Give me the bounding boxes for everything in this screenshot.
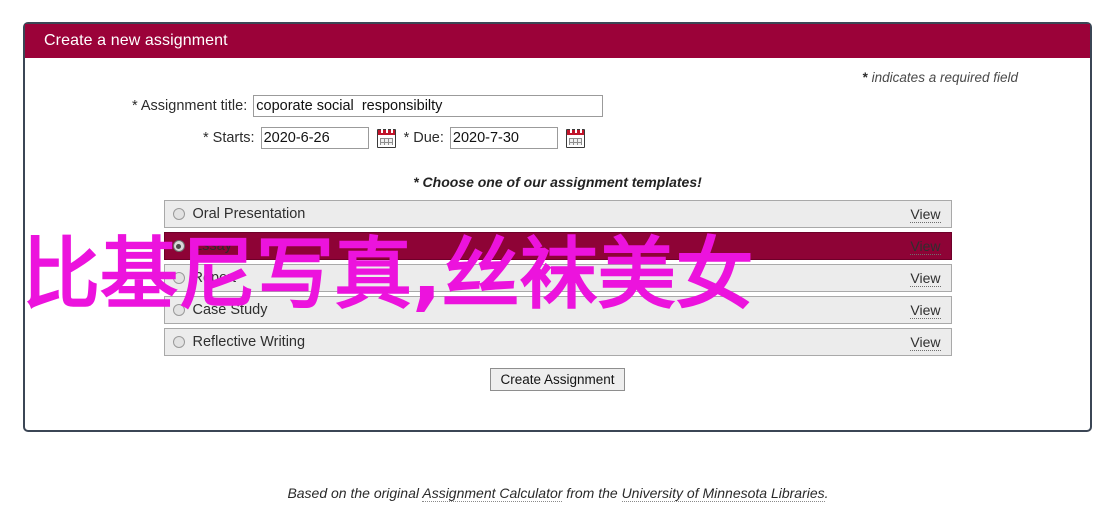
assignment-title-label: * Assignment title: — [132, 98, 248, 114]
starts-date-label: * Starts: — [203, 130, 255, 146]
template-view-link[interactable]: View — [910, 302, 941, 319]
calendar-icon-ring — [569, 128, 572, 133]
required-field-note: * indicates a required field — [25, 58, 1090, 85]
template-radio[interactable] — [172, 304, 185, 316]
create-assignment-panel: Create a new assignment * indicates a re… — [23, 22, 1092, 432]
template-radio[interactable] — [172, 272, 185, 284]
template-row-left: Oral Presentation — [172, 206, 306, 222]
template-view-link[interactable]: View — [910, 238, 941, 255]
page-title: Create a new assignment — [44, 32, 228, 49]
required-star: * — [862, 70, 868, 85]
footer-attribution: Based on the original Assignment Calcula… — [0, 485, 1116, 502]
template-radio[interactable] — [172, 208, 185, 220]
template-list: Oral Presentation View Essay View Report View… — [163, 200, 952, 356]
assignment-dates-row: * Starts: * Due: — [25, 127, 1090, 149]
umn-libraries-link[interactable]: University of Minnesota Libraries — [621, 485, 825, 502]
template-label: Essay — [192, 238, 233, 254]
template-row-left: Essay — [172, 238, 233, 254]
calendar-icon-ring — [574, 128, 577, 133]
template-row-left: Reflective Writing — [172, 334, 306, 350]
template-label: Oral Presentation — [192, 206, 306, 222]
submit-row: Create Assignment — [25, 368, 1090, 391]
due-date-label: * Due: — [403, 130, 444, 146]
template-row-left: Report — [172, 270, 237, 286]
footer-suffix: . — [824, 485, 829, 501]
calendar-icon-ring — [390, 128, 393, 133]
due-date-input[interactable] — [449, 127, 558, 149]
assignment-calculator-link[interactable]: Assignment Calculator — [422, 485, 563, 502]
template-row-left: Case Study — [172, 302, 268, 318]
template-radio[interactable] — [172, 336, 185, 348]
page-root: Create a new assignment * indicates a re… — [0, 0, 1116, 526]
template-row[interactable]: Essay View — [163, 232, 952, 260]
calendar-icon[interactable] — [565, 128, 585, 148]
panel-header: Create a new assignment — [25, 24, 1090, 58]
calendar-icon-ring — [579, 128, 582, 133]
footer-prefix: Based on the original — [287, 485, 423, 501]
template-label: Case Study — [192, 302, 268, 318]
calendar-icon-grid — [568, 137, 582, 145]
required-note-text: indicates a required field — [871, 70, 1018, 85]
template-row[interactable]: Oral Presentation View — [163, 200, 952, 228]
calendar-icon-grid — [379, 137, 393, 145]
calendar-icon-ring — [380, 128, 383, 133]
template-radio[interactable] — [172, 240, 185, 252]
calendar-icon[interactable] — [376, 128, 396, 148]
assignment-title-row: * Assignment title: — [25, 95, 1090, 117]
template-view-link[interactable]: View — [910, 334, 941, 351]
template-label: Reflective Writing — [192, 334, 306, 350]
template-row[interactable]: Case Study View — [163, 296, 952, 324]
template-row[interactable]: Reflective Writing View — [163, 328, 952, 356]
create-assignment-button[interactable]: Create Assignment — [490, 368, 625, 391]
assignment-title-input[interactable] — [253, 95, 604, 117]
footer-middle: from the — [562, 485, 622, 501]
panel-body: * indicates a required field * Assignmen… — [25, 58, 1090, 391]
template-label: Report — [192, 270, 237, 286]
choose-template-heading: * Choose one of our assignment templates… — [413, 174, 702, 190]
template-row[interactable]: Report View — [163, 264, 952, 292]
starts-date-input[interactable] — [260, 127, 369, 149]
template-view-link[interactable]: View — [910, 206, 941, 223]
template-view-link[interactable]: View — [910, 270, 941, 287]
calendar-icon-ring — [385, 128, 388, 133]
